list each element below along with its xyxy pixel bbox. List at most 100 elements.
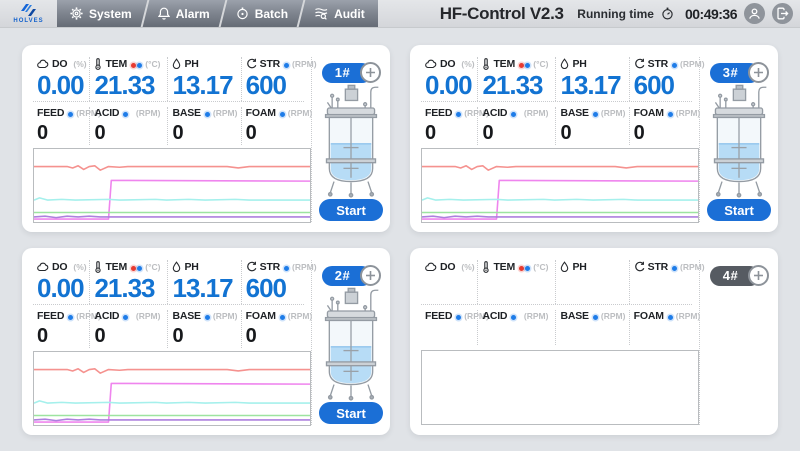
metric-cell-base: BASE (RPM) 0	[556, 107, 629, 145]
reactor-badge: 3#	[710, 62, 769, 83]
metric-value: 0	[634, 121, 688, 145]
trend-chart	[421, 350, 699, 425]
metric-label: STR	[648, 261, 668, 273]
metric-cell-feed: FEED (RPM)	[421, 310, 478, 345]
metric-label: DO	[440, 261, 455, 273]
plus-icon	[753, 270, 764, 281]
status-dot-blue	[123, 112, 128, 117]
expand-reactor-button[interactable]	[748, 265, 769, 286]
metric-value: 0	[94, 121, 163, 145]
metric-label: BASE	[560, 107, 588, 119]
metric-label: FOAM	[634, 107, 664, 119]
start-button[interactable]: Start	[707, 199, 771, 221]
metric-cell-acid: ACID (RPM) 0	[478, 107, 556, 145]
metric-label: TEM	[105, 58, 127, 70]
status-dot-blue	[280, 112, 285, 117]
metric-cell-feed: FEED (RPM) 0	[33, 107, 90, 145]
top-bar: HOLVES System	[0, 0, 800, 28]
status-dot-blue	[205, 315, 210, 320]
start-button[interactable]: Start	[319, 402, 383, 424]
metric-cell-do: DO (%)	[421, 260, 478, 304]
status-dot-blue	[672, 63, 677, 68]
expand-reactor-button[interactable]	[360, 62, 381, 83]
metric-label: PH	[184, 261, 198, 273]
header-right-group: Running time 00:49:36	[577, 0, 800, 27]
metric-cell-foam: FOAM (RPM)	[630, 310, 692, 345]
drop-icon	[560, 261, 569, 273]
plus-icon	[753, 67, 764, 78]
metric-cell-base: BASE (RPM)	[556, 310, 629, 345]
process-values-row: DO (%) 0.00	[33, 260, 304, 305]
status-dot-blue	[668, 315, 673, 320]
status-dot-red	[131, 63, 136, 68]
drop-icon	[172, 261, 181, 273]
expand-reactor-button[interactable]	[748, 62, 769, 83]
metric-cell-tem: TEM (°C) 21.33	[478, 57, 556, 101]
tab-label: System	[89, 7, 132, 21]
tab-alarm[interactable]: Alarm	[145, 0, 223, 27]
metric-label: FEED	[425, 107, 452, 119]
trend-line-cyan	[422, 198, 698, 200]
metric-label: PH	[572, 58, 586, 70]
metric-label: BASE	[172, 107, 200, 119]
reactor-panel-2: DO (%) 0.00	[22, 248, 390, 435]
metric-unit: (RPM)	[213, 311, 241, 321]
trend-chart	[33, 148, 311, 223]
metric-value: 0	[172, 324, 236, 348]
running-time-label: Running time	[577, 7, 654, 21]
tab-batch[interactable]: Batch	[223, 0, 301, 27]
metric-label: STR	[648, 58, 668, 70]
trend-line-purple	[422, 216, 698, 217]
start-button[interactable]: Start	[319, 199, 383, 221]
reactor-panels-grid: DO (%) 0.00	[0, 28, 800, 451]
metric-cell-base: BASE (RPM) 0	[168, 310, 241, 348]
rotate-icon	[246, 261, 257, 272]
metric-unit: (RPM)	[213, 108, 241, 118]
metric-value: 0	[482, 121, 551, 145]
logout-button[interactable]	[772, 3, 793, 24]
metric-unit: (%)	[461, 59, 477, 69]
rotate-icon	[246, 58, 257, 69]
metric-label: FOAM	[246, 310, 276, 322]
reactor-panel-3: DO (%) 0.00	[410, 45, 778, 232]
expand-reactor-button[interactable]	[360, 265, 381, 286]
running-time-value: 00:49:36	[685, 6, 737, 22]
metric-cell-str: STR (RPM) 600	[630, 57, 692, 101]
metric-unit: (°C)	[533, 59, 551, 69]
metric-cell-foam: FOAM (RPM) 0	[630, 107, 692, 145]
tab-system[interactable]: System	[57, 0, 145, 27]
thermometer-icon	[94, 58, 102, 70]
trend-chart	[33, 351, 311, 426]
user-button[interactable]	[744, 3, 765, 24]
metric-unit: (%)	[461, 262, 477, 272]
status-dot-blue	[284, 266, 289, 271]
metric-cell-do: DO (%) 0.00	[421, 57, 478, 101]
tab-audit[interactable]: Audit	[301, 0, 378, 27]
metric-value: 0	[246, 324, 300, 348]
status-dot-blue	[123, 315, 128, 320]
metric-label: PH	[572, 261, 586, 273]
status-dot-blue	[205, 112, 210, 117]
metric-cell-ph: PH 13.17	[168, 260, 241, 304]
metric-label: TEM	[105, 261, 127, 273]
trend-line-purple	[34, 419, 310, 420]
plus-icon	[365, 270, 376, 281]
metric-value: 0	[94, 324, 163, 348]
metric-value: 0	[425, 121, 473, 145]
metric-unit: (RPM)	[601, 311, 629, 321]
metric-value: 600	[246, 274, 300, 304]
status-dot-red	[131, 266, 136, 271]
metric-cell-ph: PH 13.17	[168, 57, 241, 101]
status-dot-blue	[456, 315, 461, 320]
metric-value: 21.33	[94, 71, 163, 101]
metric-unit: (RPM)	[524, 311, 552, 321]
app-title: HF-Control V2.3	[440, 4, 564, 24]
status-dot-blue	[511, 112, 516, 117]
metric-label: STR	[260, 58, 280, 70]
status-dot-blue	[280, 315, 285, 320]
trend-line-salmon	[34, 369, 310, 373]
metric-label: FEED	[37, 310, 64, 322]
metric-cell-str: STR (RPM) 600	[242, 57, 304, 101]
app-logo: HOLVES	[0, 0, 57, 27]
metric-cell-str: STR (RPM) 600	[242, 260, 304, 304]
